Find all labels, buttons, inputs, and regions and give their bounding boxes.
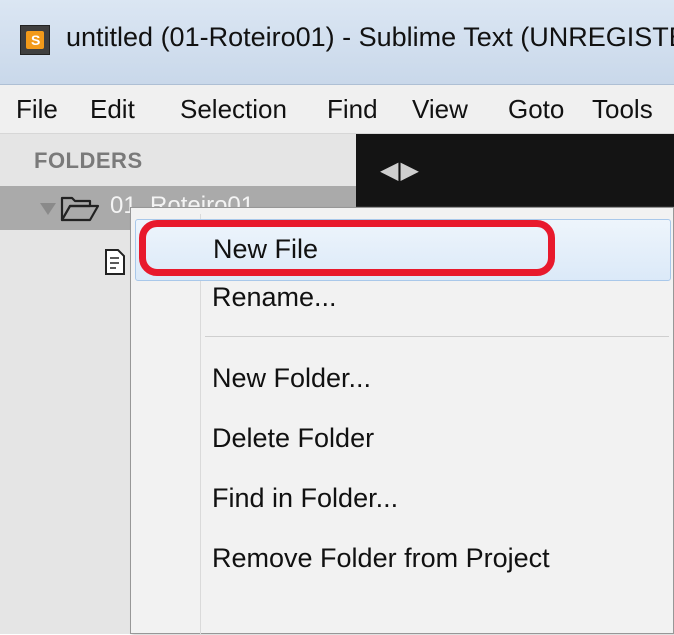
- context-item-label: New Folder...: [212, 363, 372, 393]
- context-item-new-folder[interactable]: New Folder...: [135, 349, 671, 411]
- context-item-delete-folder[interactable]: Delete Folder: [135, 409, 671, 471]
- context-item-label: Rename...: [212, 282, 337, 312]
- menu-separator: [205, 336, 669, 337]
- menu-view[interactable]: View: [412, 94, 468, 125]
- sublime-text-icon: S: [20, 25, 50, 55]
- editor-tab-bar: ◀▶: [356, 134, 674, 206]
- sidebar-context-menu: New File Rename... New Folder... Delete …: [130, 207, 674, 635]
- menu-file[interactable]: File: [16, 94, 58, 125]
- context-item-label: Find in Folder...: [212, 483, 399, 513]
- disclosure-triangle-icon[interactable]: [40, 203, 56, 215]
- context-item-label: New File: [213, 234, 319, 264]
- context-item-label: Remove Folder from Project: [212, 543, 550, 573]
- window-title: untitled (01-Roteiro01) - Sublime Text (…: [66, 22, 674, 52]
- menu-goto[interactable]: Goto: [508, 94, 564, 125]
- menu-tools[interactable]: Tools: [592, 94, 653, 125]
- menu-find[interactable]: Find: [327, 94, 378, 125]
- menu-selection[interactable]: Selection: [180, 94, 287, 125]
- folders-header: FOLDERS: [34, 148, 143, 173]
- open-folder-icon: [60, 196, 100, 222]
- tab-navigation-arrows-icon[interactable]: ◀▶: [380, 156, 421, 185]
- app-icon-letter: S: [31, 32, 41, 48]
- window-titlebar[interactable]: S untitled (01-Roteiro01) - Sublime Text…: [0, 0, 674, 85]
- context-item-rename[interactable]: Rename...: [135, 268, 671, 330]
- document-icon[interactable]: [104, 248, 126, 276]
- menu-edit[interactable]: Edit: [90, 94, 135, 125]
- context-item-find-in-folder[interactable]: Find in Folder...: [135, 469, 671, 531]
- context-item-label: Delete Folder: [212, 423, 375, 453]
- context-item-remove-folder[interactable]: Remove Folder from Project: [135, 529, 671, 591]
- menu-bar: File Edit Selection Find View Goto Tools: [0, 85, 674, 134]
